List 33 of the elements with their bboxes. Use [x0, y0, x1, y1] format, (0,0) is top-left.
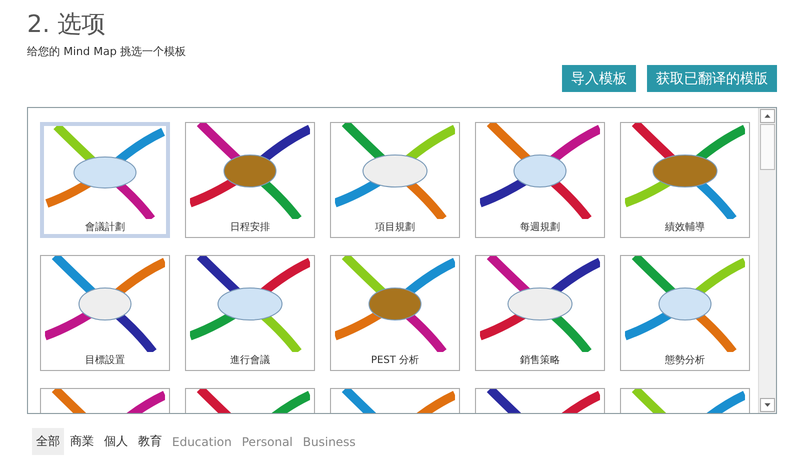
template-tile[interactable]: 每週規劃	[475, 122, 605, 238]
scroll-down-icon[interactable]	[760, 398, 775, 412]
template-tile[interactable]: 目標設置	[40, 255, 170, 371]
template-label: 項目規劃	[375, 220, 415, 234]
template-label: PEST 分析	[371, 354, 419, 367]
template-tile[interactable]: 進行會議	[185, 255, 315, 371]
template-tile[interactable]: PEST 分析	[330, 255, 460, 371]
template-tile[interactable]: 日程安排	[185, 122, 315, 238]
filter-tab[interactable]: 個人	[100, 428, 132, 455]
scrollbar[interactable]	[758, 108, 776, 413]
template-label: 態勢分析	[665, 354, 705, 367]
scroll-up-icon[interactable]	[760, 109, 775, 123]
template-label: 目標設置	[85, 354, 125, 367]
filter-tab[interactable]: Education	[168, 428, 236, 455]
filter-tab[interactable]: 全部	[32, 428, 64, 455]
page-title: 2. 选项	[27, 10, 107, 38]
filter-tab[interactable]: Personal	[238, 428, 297, 455]
template-label: 日程安排	[230, 220, 270, 234]
template-tile[interactable]: 績效輔導	[620, 122, 750, 238]
template-label: 進行會議	[230, 354, 270, 367]
template-tile[interactable]: 態勢分析	[620, 255, 750, 371]
template-label: 每週規劃	[520, 220, 560, 234]
filter-tab[interactable]: Business	[298, 428, 360, 455]
template-label: 績效輔導	[665, 220, 705, 234]
template-label: 銷售策略	[520, 354, 560, 367]
filter-tab[interactable]: 商業	[66, 428, 98, 455]
page-subtitle: 给您的 Mind Map 挑选一个模板	[27, 44, 186, 59]
template-tile[interactable]: 銷售策略	[475, 255, 605, 371]
template-label: 會議計劃	[85, 220, 125, 234]
template-tile[interactable]: 項目規劃	[330, 122, 460, 238]
template-tile[interactable]: 會議計劃	[40, 122, 170, 238]
filter-tab[interactable]: 教育	[134, 428, 166, 455]
scroll-thumb[interactable]	[760, 124, 775, 170]
